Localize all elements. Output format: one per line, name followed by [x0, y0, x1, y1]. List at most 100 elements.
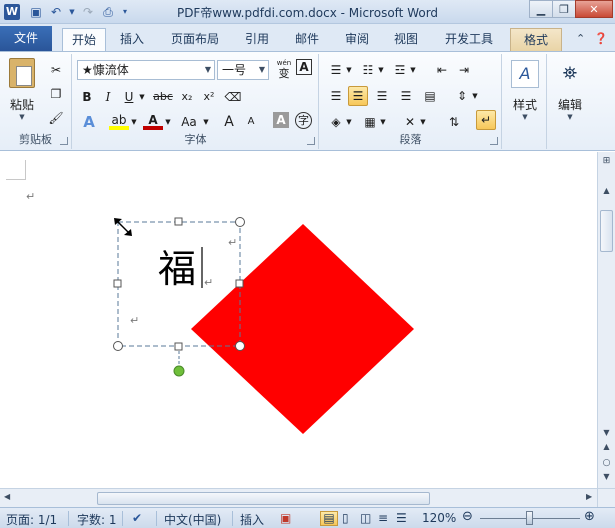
zoom-out-icon[interactable]: ⊖ [462, 509, 473, 524]
shading-dropdown-icon[interactable]: ▼ [344, 112, 354, 132]
editing-button[interactable]: ⛯ 编辑 ▼ [552, 60, 588, 121]
web-layout-icon[interactable]: ◫ [360, 511, 371, 525]
multilevel-list-icon[interactable]: ☲ [390, 60, 410, 80]
cut-icon[interactable]: ✂ [46, 60, 66, 80]
resize-handle-left[interactable] [113, 279, 122, 288]
resize-handle-bottom[interactable] [174, 342, 183, 351]
tab-developer[interactable]: 开发工具 [437, 28, 501, 51]
minimize-button[interactable]: ▁ [529, 0, 553, 18]
subscript-button[interactable]: x₂ [177, 87, 197, 107]
text-effects-icon[interactable]: A [79, 112, 99, 132]
font-size-dropdown[interactable]: 一号 ▼ [217, 60, 269, 80]
horizontal-scroll-thumb[interactable] [97, 492, 430, 505]
next-page-icon[interactable]: ▼ [598, 472, 615, 481]
minimize-ribbon-icon[interactable]: ⌃ [576, 32, 585, 45]
resize-handle-top-right[interactable] [235, 217, 245, 227]
page-count[interactable]: 页面: 1/1 [6, 511, 57, 528]
copy-icon[interactable]: ❐ [46, 84, 66, 104]
proofing-icon[interactable]: ✔ [132, 511, 142, 525]
tab-format[interactable]: 格式 [510, 28, 562, 51]
char-border-icon[interactable]: A [296, 59, 312, 75]
shrink-font-button[interactable]: A [241, 112, 261, 132]
close-button[interactable]: ✕ [575, 0, 613, 18]
font-color-icon[interactable]: A [143, 112, 163, 130]
borders-icon[interactable]: ▦ [360, 112, 380, 132]
red-diamond-shape[interactable] [191, 224, 414, 434]
numbering-icon[interactable]: ☷ [358, 60, 378, 80]
vertical-scroll-thumb[interactable] [600, 210, 613, 252]
tab-file[interactable]: 文件 [0, 26, 52, 51]
rotate-handle[interactable] [173, 365, 185, 377]
resize-handle-right[interactable] [235, 279, 244, 288]
justify-icon[interactable]: ☰ [396, 86, 416, 106]
styles-button[interactable]: A 样式 ▼ [507, 60, 543, 121]
bold-button[interactable]: B [77, 87, 97, 107]
paragraph-launcher-icon[interactable] [490, 137, 498, 145]
ruler-toggle-icon[interactable]: ⊞ [598, 156, 615, 166]
multilevel-dropdown-icon[interactable]: ▼ [408, 60, 418, 80]
change-case-dropdown-icon[interactable]: ▼ [201, 112, 211, 132]
chinese-layout-dropdown-icon[interactable]: ▼ [418, 112, 428, 132]
word-count[interactable]: 字数: 1 [77, 511, 117, 528]
full-screen-reading-icon[interactable]: ▯ [342, 511, 349, 525]
borders-dropdown-icon[interactable]: ▼ [378, 112, 388, 132]
print-layout-icon[interactable]: ▤ [320, 511, 338, 526]
shading-icon[interactable]: ◈ [326, 112, 346, 132]
decrease-indent-icon[interactable]: ⇤ [432, 60, 452, 80]
tab-review[interactable]: 审阅 [337, 28, 377, 51]
format-painter-icon[interactable]: 🖌 [46, 108, 66, 128]
line-spacing-icon[interactable]: ⇕ [452, 86, 472, 106]
increase-indent-icon[interactable]: ⇥ [454, 60, 474, 80]
resize-handle-top[interactable] [174, 217, 183, 226]
help-icon[interactable]: ❓ [594, 32, 608, 45]
zoom-in-icon[interactable]: ⊕ [584, 509, 595, 524]
change-case-button[interactable]: Aa [177, 112, 201, 132]
tab-references[interactable]: 引用 [237, 28, 277, 51]
zoom-level[interactable]: 120% [422, 511, 456, 525]
underline-dropdown-icon[interactable]: ▼ [137, 87, 147, 107]
bullets-icon[interactable]: ☰ [326, 60, 346, 80]
italic-button[interactable]: I [98, 87, 118, 107]
chinese-layout-icon[interactable]: ✕ [400, 112, 420, 132]
clipboard-launcher-icon[interactable] [60, 137, 68, 145]
highlight-icon[interactable]: ab [109, 112, 129, 130]
outline-icon[interactable]: ≡ [378, 511, 388, 525]
browse-object-icon[interactable]: ○ [598, 458, 615, 468]
clear-formatting-icon[interactable]: ⌫ [223, 87, 243, 107]
char-shading-icon[interactable]: A [273, 112, 289, 128]
paste-button[interactable]: 粘贴 ▼ [4, 58, 40, 121]
textbox-content[interactable]: 福 [158, 247, 196, 291]
show-marks-icon[interactable]: ↵ [476, 110, 496, 130]
phonetic-guide-button[interactable]: wén 变 [273, 59, 295, 79]
resize-handle-bottom-left[interactable] [113, 341, 123, 351]
distributed-icon[interactable]: ▤ [420, 86, 440, 106]
enclose-characters-button[interactable]: 字 [295, 112, 312, 129]
tab-page-layout[interactable]: 页面布局 [163, 28, 227, 51]
tab-view[interactable]: 视图 [386, 28, 426, 51]
scroll-left-icon[interactable]: ◀ [4, 492, 10, 501]
resize-handle-bottom-right[interactable] [235, 341, 245, 351]
font-launcher-icon[interactable] [307, 137, 315, 145]
superscript-button[interactable]: x² [199, 87, 219, 107]
horizontal-scrollbar[interactable]: ◀ ▶ [0, 488, 597, 507]
vertical-scrollbar[interactable]: ⊞ ▲ ▼ ▲ ○ ▼ [597, 152, 615, 488]
zoom-slider-thumb[interactable] [526, 511, 533, 525]
tab-mailings[interactable]: 邮件 [287, 28, 327, 51]
previous-page-icon[interactable]: ▲ [598, 442, 615, 451]
font-color-dropdown-icon[interactable]: ▼ [163, 112, 173, 132]
sort-icon[interactable]: ⇅ [444, 112, 464, 132]
document-area[interactable]: ↵ 福 ↵ ↵ ↵ [0, 152, 597, 488]
numbering-dropdown-icon[interactable]: ▼ [376, 60, 386, 80]
align-left-icon[interactable]: ☰ [326, 86, 346, 106]
tab-home[interactable]: 开始 [62, 28, 106, 51]
scroll-up-icon[interactable]: ▲ [598, 186, 615, 195]
align-center-icon[interactable]: ☰ [348, 86, 368, 106]
line-spacing-dropdown-icon[interactable]: ▼ [470, 86, 480, 106]
font-name-dropdown[interactable]: ★慷流体 ▼ [77, 60, 215, 80]
grow-font-button[interactable]: A [219, 112, 239, 132]
scroll-down-icon[interactable]: ▼ [598, 428, 615, 437]
underline-button[interactable]: U [119, 87, 139, 107]
align-right-icon[interactable]: ☰ [372, 86, 392, 106]
scroll-right-icon[interactable]: ▶ [586, 492, 592, 501]
strikethrough-button[interactable]: abc [151, 87, 175, 107]
